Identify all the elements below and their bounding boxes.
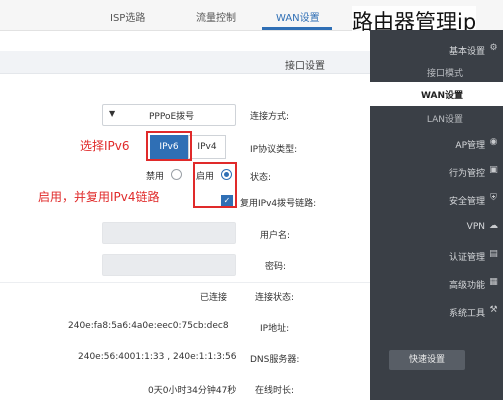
sidebar-item-label: AP管理	[455, 141, 485, 151]
sidebar-item-interface-mode[interactable]: 接口模式	[370, 60, 503, 84]
disable-radio-label: 禁用	[146, 172, 165, 182]
sidebar-item-lan-settings[interactable]: LAN设置	[370, 106, 503, 130]
ipv4-button[interactable]: IPv4	[188, 135, 226, 159]
sidebar-item-wan-settings[interactable]: WAN设置	[370, 82, 503, 106]
ip-protocol-label: IP协议类型:	[250, 145, 298, 155]
connection-status-value: 已连接	[200, 293, 228, 303]
sidebar-item-basic-settings[interactable]: 基本设置 ⚙	[370, 38, 503, 62]
connection-type-label: 连接方式:	[250, 112, 290, 122]
chevron-down-icon: ▼	[109, 109, 116, 118]
tab-isp-routing[interactable]: ISP选路	[110, 9, 145, 24]
quick-setup-button[interactable]: 快速设置	[389, 350, 465, 370]
online-time-label: 在线时长:	[255, 386, 295, 396]
sidebar-item-label: 接口模式	[426, 69, 463, 79]
dns-server-label: DNS服务器:	[250, 355, 300, 365]
sidebar-item-label: 系统工具	[448, 309, 485, 319]
sidebar: 基本设置 ⚙ 接口模式 WAN设置 LAN设置 AP管理 ◉ 行为管控 ▣ 安全…	[370, 30, 503, 400]
username-input[interactable]	[102, 222, 236, 244]
sidebar-item-vpn[interactable]: VPN ☁	[370, 216, 503, 240]
highlight-box-ipv6	[146, 131, 192, 161]
sidebar-item-label: 认证管理	[448, 253, 485, 263]
disable-radio[interactable]	[171, 169, 182, 180]
highlight-box-enable	[193, 162, 237, 208]
username-label: 用户名:	[260, 231, 291, 241]
tab-wan-settings[interactable]: WAN设置	[276, 9, 320, 24]
password-input[interactable]	[102, 254, 236, 276]
connection-type-select[interactable]: ▼ PPPoE拨号	[102, 104, 236, 126]
annotation-enable-reuse: 启用，并复用IPv4链路	[38, 190, 160, 204]
sidebar-item-security[interactable]: 安全管理 ⛨	[370, 188, 503, 212]
gear-icon: ⚙	[489, 43, 498, 53]
sidebar-item-label: 高级功能	[448, 281, 485, 291]
sidebar-item-label: 安全管理	[448, 197, 485, 207]
password-label: 密码:	[265, 262, 287, 272]
tools-icon: ⚒	[489, 305, 498, 315]
annotation-choose-ipv6: 选择IPv6	[80, 139, 130, 153]
sidebar-item-label: LAN设置	[426, 115, 463, 125]
sidebar-item-behavior-control[interactable]: 行为管控 ▣	[370, 160, 503, 184]
ap-icon: ◉	[489, 137, 498, 147]
section-header: 接口设置	[0, 51, 370, 74]
sidebar-item-label: 基本设置	[448, 47, 485, 57]
online-time-value: 0天0小时34分钟47秒	[148, 386, 237, 396]
behavior-icon: ▣	[489, 165, 498, 175]
sidebar-item-ap-management[interactable]: AP管理 ◉	[370, 132, 503, 156]
shield-icon: ⛨	[490, 193, 497, 203]
sidebar-item-label: WAN设置	[420, 91, 463, 101]
grid-icon: ▦	[489, 277, 498, 287]
ip-address-value: 240e:fa8:5a6:4a0e:eec0:75cb:dec8	[68, 321, 229, 331]
sidebar-item-label: 行为管控	[448, 169, 485, 179]
status-label: 状态:	[250, 173, 272, 183]
sidebar-item-advanced[interactable]: 高级功能 ▦	[370, 272, 503, 296]
ip-address-label: IP地址:	[260, 324, 290, 334]
sidebar-item-label: VPN	[466, 222, 485, 232]
sidebar-item-auth[interactable]: 认证管理 ▤	[370, 244, 503, 268]
sidebar-item-system-tools[interactable]: 系统工具 ⚒	[370, 300, 503, 324]
connection-type-value: PPPoE拨号	[149, 112, 195, 122]
divider	[0, 282, 370, 283]
cloud-icon: ☁	[489, 221, 498, 231]
tab-traffic-control[interactable]: 流量控制	[196, 9, 236, 24]
dns-server-value: 240e:56:4001:1:33 , 240e:1:1:3:56	[78, 352, 237, 362]
reuse-ipv4-label: 复用IPv4拨号链路:	[240, 199, 317, 209]
section-title: 接口设置	[285, 61, 325, 72]
active-tab-indicator	[262, 27, 332, 30]
connection-status-label: 连接状态:	[255, 293, 295, 303]
auth-icon: ▤	[489, 249, 498, 259]
